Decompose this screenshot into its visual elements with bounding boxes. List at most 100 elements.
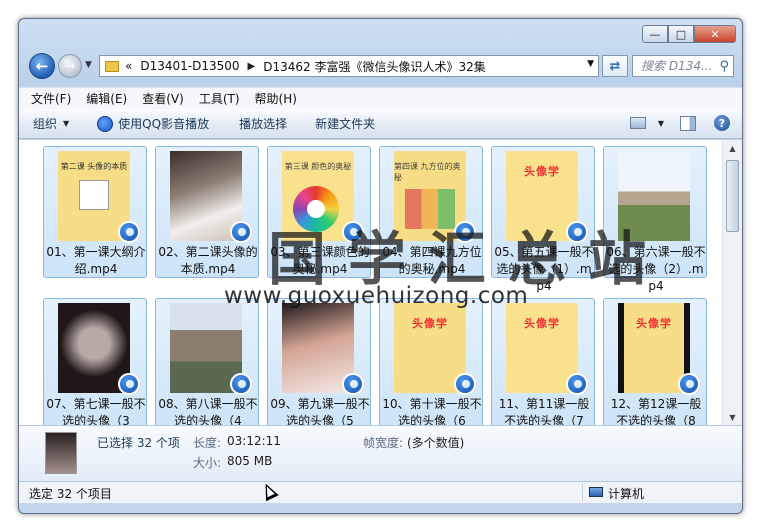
breadcrumb-separator-icon[interactable]: ▶ [248,61,256,72]
qq-video-icon [118,373,140,395]
command-bar: 组织 ▼ 使用QQ影音播放 播放选择 新建文件夹 ▼ ? [19,109,742,139]
play-with-qq-label: 使用QQ影音播放 [118,117,210,131]
file-tile[interactable]: 头像学 12、第12课一般不选的头像（8 [603,298,707,425]
file-name: 05、第五课一般不选的头像（1）.mp4 [494,245,594,293]
view-dropdown-icon[interactable]: ▼ [658,119,664,128]
file-name: 09、第九课一般不选的头像（5 [270,397,370,425]
status-selection: 选定 32 个项目 [29,487,112,501]
menu-tools[interactable]: 工具(T) [199,90,240,107]
file-name: 06、第六课一般不选的头像（2）.mp4 [606,245,706,293]
menu-edit[interactable]: 编辑(E) [86,90,127,107]
file-tile[interactable]: 头像学 10、第十课一般不选的头像（6 [379,298,483,425]
qq-player-icon [97,115,114,132]
caption-buttons: — □ ✕ [642,25,736,43]
explorer-window: — □ ✕ ← → ▼ « D13401-D13500 ▶ D13462 李富强… [18,18,743,514]
navigation-bar: ← → ▼ « D13401-D13500 ▶ D13462 李富强《微信头像识… [19,53,742,83]
menu-help[interactable]: 帮助(H) [255,90,297,107]
thumbnail-grid [405,189,455,229]
qq-video-icon [118,221,140,243]
frame-width-label: 帧宽度: [363,436,404,450]
qq-video-icon [230,221,252,243]
file-tile[interactable]: 02、第二课头像的本质.mp4 [155,146,259,278]
chevron-down-icon: ▼ [63,119,70,128]
thumbnail-title: 头像学 [636,317,672,330]
duration-label: 长度: [193,436,222,450]
menu-file[interactable]: 文件(F) [31,90,71,107]
file-name: 12、第12课一般不选的头像（8 [610,397,702,425]
file-tile[interactable]: 第二课 头像的本质 01、第一课大纲介绍.mp4 [43,146,147,278]
qq-video-icon [454,373,476,395]
selection-thumbnail [45,432,77,474]
file-tile[interactable]: 第四课 九方位的奥秘 04、第四课九方位的奥秘.mp4 [379,146,483,278]
thumbnail-text: 第二课 头像的本质 [60,162,128,171]
play-selection-button[interactable]: 播放选择 [239,115,287,132]
preview-pane-icon[interactable] [680,115,696,131]
thumbnail-title: 头像学 [412,317,448,330]
breadcrumb-parent[interactable]: D13401-D13500 [140,59,239,73]
status-location: 计算机 [608,487,645,501]
search-input[interactable]: 搜索 D134... ⚲ [632,55,734,77]
file-tile[interactable]: 头像学 11、第11课一般不选的头像（7 [491,298,595,425]
maximize-icon[interactable]: □ [668,25,694,43]
status-bar: 选定 32 个项目 计算机 [19,481,742,503]
menu-bar: 文件(F) 编辑(E) 查看(V) 工具(T) 帮助(H) [19,87,742,109]
file-name: 04、第四课九方位的奥秘.mp4 [382,245,482,276]
refresh-icon: ⇄ [609,58,621,74]
refresh-button[interactable]: ⇄ [602,55,628,77]
file-tile[interactable]: 07、第七课一般不选的头像（3 [43,298,147,425]
history-dropdown-icon[interactable]: ▼ [85,60,92,70]
search-icon[interactable]: ⚲ [719,57,729,77]
new-folder-button[interactable]: 新建文件夹 [315,115,375,132]
thumbnail-text: 第三课 颜色的奥秘 [284,162,352,171]
size-value: 805 MB [227,454,273,468]
status-divider [582,484,583,501]
breadcrumb-current[interactable]: D13462 李富强《微信头像识人术》32集 [263,58,486,75]
qq-video-icon [342,221,364,243]
folder-icon [105,60,119,72]
scroll-up-icon[interactable]: ▲ [723,140,742,156]
new-folder-label: 新建文件夹 [315,117,376,131]
back-icon[interactable]: ← [29,53,55,79]
search-placeholder: 搜索 D134... [641,59,713,73]
qq-video-icon [566,373,588,395]
file-name: 03、第三课颜色的奥秘.mp4 [270,245,370,276]
scroll-thumb[interactable] [726,160,739,232]
qq-video-icon [454,221,476,243]
qq-video-icon [230,373,252,395]
qq-video-icon [678,373,700,395]
file-grid: 第二课 头像的本质 01、第一课大纲介绍.mp4 02、第二课头像的本质.mp4… [19,140,722,425]
file-name: 02、第二课头像的本质.mp4 [158,245,258,276]
address-overflow[interactable]: « [125,59,132,73]
file-tile[interactable]: 第三课 颜色的奥秘 03、第三课颜色的奥秘.mp4 [267,146,371,278]
change-view-icon[interactable] [629,117,646,129]
qq-video-icon [342,373,364,395]
scroll-down-icon[interactable]: ▼ [723,409,742,425]
file-tile[interactable]: 头像学 05、第五课一般不选的头像（1）.mp4 [491,146,595,293]
minimize-icon[interactable]: — [642,25,668,43]
file-tile[interactable]: 06、第六课一般不选的头像（2）.mp4 [603,146,707,293]
thumbnail-card: 头像学 [624,303,684,393]
vertical-scrollbar[interactable]: ▲ ▼ [722,140,742,425]
file-tile[interactable]: 09、第九课一般不选的头像（5 [267,298,371,425]
thumbnail-title: 头像学 [524,165,560,178]
address-dropdown-icon[interactable]: ▼ [587,59,594,69]
toolbar-right: ▼ ? [629,115,730,131]
thumbnail-title: 头像学 [524,317,560,330]
file-tile[interactable]: 08、第八课一般不选的头像（4 [155,298,259,425]
thumbnail-text: 第四课 九方位的奥秘 [394,162,461,182]
organize-label: 组织 [33,117,58,131]
file-name: 07、第七课一般不选的头像（3 [46,397,146,425]
organize-button[interactable]: 组织 ▼ [33,115,69,132]
qq-video-icon [566,221,588,243]
file-name: 11、第11课一般不选的头像（7 [498,397,590,425]
video-thumbnail [618,151,690,241]
size-label: 大小: [193,456,222,470]
file-name: 08、第八课一般不选的头像（4 [158,397,258,425]
close-icon[interactable]: ✕ [694,25,736,43]
address-bar[interactable]: « D13401-D13500 ▶ D13462 李富强《微信头像识人术》32集… [99,55,599,77]
help-icon[interactable]: ? [714,115,730,131]
file-name: 01、第一课大纲介绍.mp4 [46,245,146,276]
menu-view[interactable]: 查看(V) [142,90,184,107]
play-with-qq-button[interactable]: 使用QQ影音播放 [97,115,209,132]
forward-icon[interactable]: → [58,54,82,78]
